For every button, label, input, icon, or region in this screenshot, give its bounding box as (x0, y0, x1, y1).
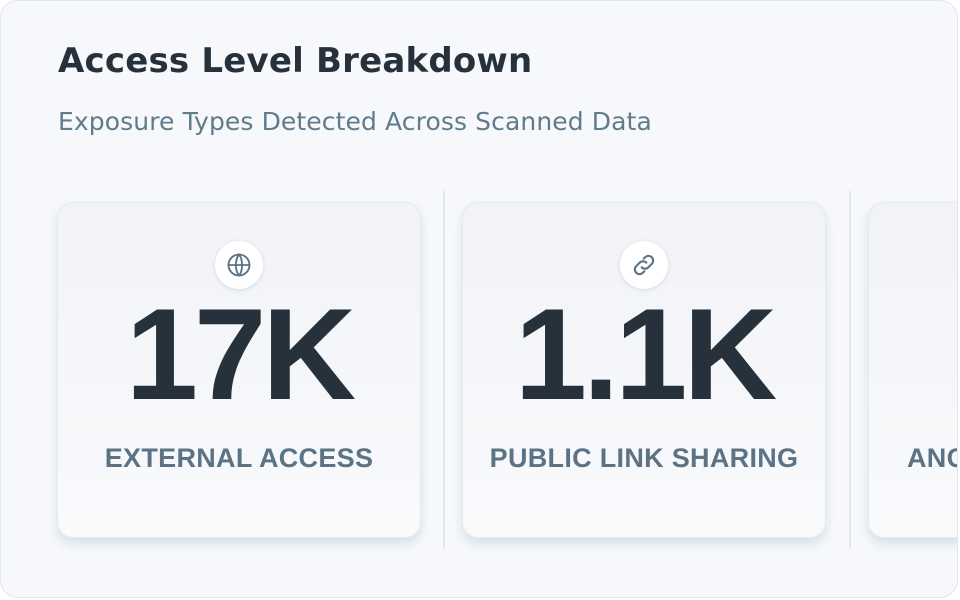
panel-title: Access Level Breakdown (58, 41, 533, 81)
metric-card-public-link-sharing[interactable]: 1.1K PUBLIC LINK SHARING (462, 202, 826, 538)
metric-label: ANC (907, 443, 957, 473)
card-divider (849, 191, 851, 549)
card-divider (443, 191, 445, 549)
metric-value: 17K (125, 281, 356, 427)
metric-label: EXTERNAL ACCESS (104, 443, 374, 473)
metric-card-external-access[interactable]: 17K EXTERNAL ACCESS (57, 202, 421, 538)
metric-card-partial[interactable]: ANC (868, 202, 957, 538)
panel-subtitle: Exposure Types Detected Across Scanned D… (58, 107, 652, 136)
metric-label: PUBLIC LINK SHARING (489, 443, 799, 473)
access-level-breakdown-panel: Access Level Breakdown Exposure Types De… (0, 0, 958, 598)
metric-value: 1.1K (514, 281, 778, 427)
